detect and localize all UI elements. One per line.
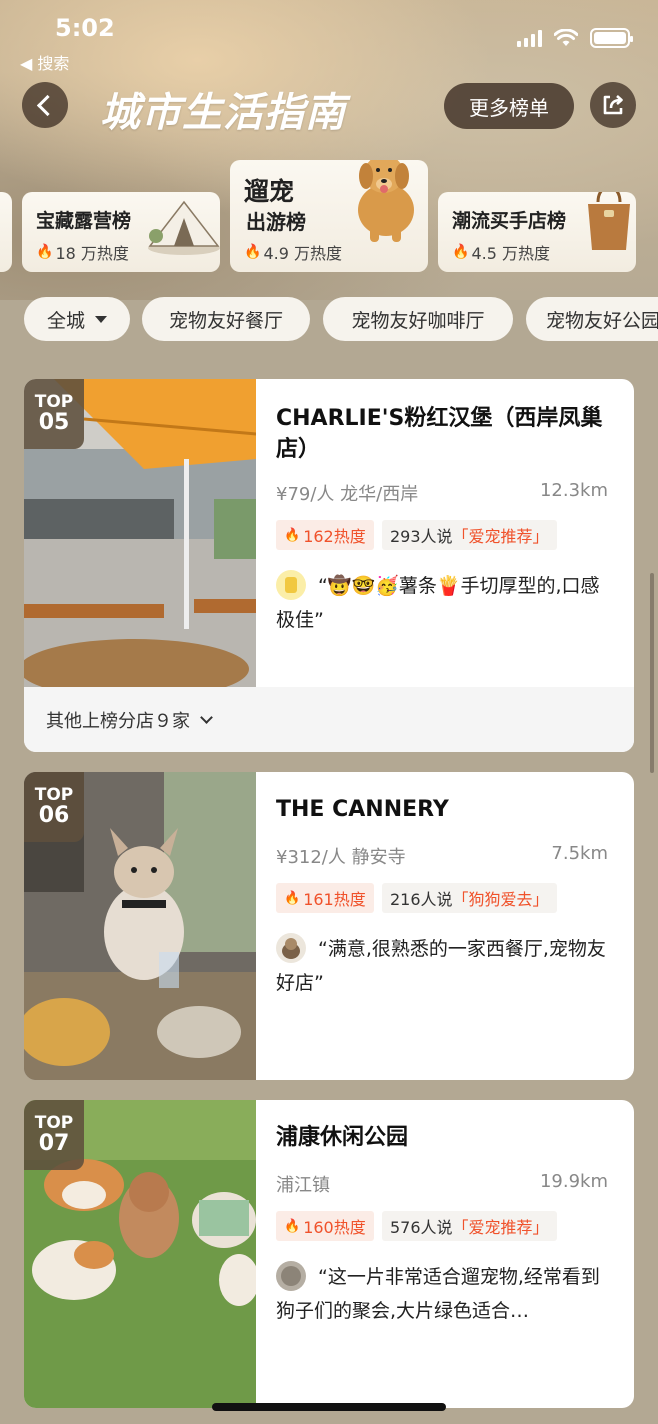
rank-number: 05 — [38, 410, 70, 436]
review-quote: “满意,很熟悉的一家西餐厅,宠物友好店” — [276, 938, 606, 994]
filter-pet-cafe[interactable]: 宠物友好咖啡厅 — [323, 297, 513, 341]
filter-pet-park[interactable]: 宠物友好公园 — [526, 297, 658, 341]
caret-down-icon — [95, 315, 107, 323]
listing-area: 浦江镇 — [276, 1175, 330, 1196]
category-card-buyer-shop[interactable]: 潮流买手店榜 🔥 4.5 万热度 — [438, 192, 636, 272]
category-title-line2: 出游榜 — [246, 210, 306, 234]
more-rankings-button[interactable]: 更多榜单 — [444, 83, 574, 129]
listing-card-top06[interactable]: TOP 06 THE CANNERY ¥312/人 静安寺 7.5km 🔥 16… — [24, 772, 634, 1080]
category-heat: 🔥 18 万热度 — [36, 240, 129, 264]
heat-tag: 🔥 160热度 — [276, 1211, 374, 1241]
flame-icon: 🔥 — [284, 527, 301, 543]
heat-tag: 🔥 161热度 — [276, 883, 374, 913]
recommend-label: 「狗狗爱去」 — [452, 890, 549, 909]
heat-value: 160热度 — [303, 1218, 366, 1237]
recommend-tag: 293人说 「爱宠推荐」 — [382, 520, 557, 550]
filter-city-label: 全城 — [46, 309, 85, 332]
golden-retriever-image — [358, 160, 414, 242]
filter-city[interactable]: 全城 — [24, 297, 130, 341]
listing-name: CHARLIE'S粉红汉堡（西岸凤巢店） — [276, 406, 603, 462]
wifi-icon — [554, 29, 578, 46]
camping-tent-image — [148, 200, 220, 255]
rank-badge: TOP 05 — [24, 379, 84, 449]
share-button[interactable] — [590, 82, 636, 128]
rank-badge: TOP 06 — [24, 772, 84, 842]
category-card-camping[interactable]: 宝藏露营榜 🔥 18 万热度 — [22, 192, 220, 272]
flame-icon: 🔥 — [284, 890, 301, 906]
category-heat: 🔥 4.5 万热度 — [452, 240, 550, 264]
listing-distance: 19.9km — [539, 1171, 608, 1192]
rank-number: 06 — [38, 803, 70, 829]
handbag-image — [588, 192, 630, 250]
share-icon — [603, 95, 623, 115]
category-card-pet-outing[interactable]: 遛宠 出游榜 🔥 4.9 万热度 — [230, 160, 428, 272]
recommend-tag: 576人说 「爱宠推荐」 — [382, 1211, 557, 1241]
review-quote: “🤠🤓🥳薯条🍟手切厚型的,口感极佳” — [276, 575, 600, 631]
rank-number: 07 — [38, 1131, 70, 1157]
category-heat: 🔥 4.9 万热度 — [244, 240, 342, 264]
back-button[interactable] — [22, 82, 68, 128]
rank-badge-top: TOP — [34, 391, 74, 412]
listing-card-top07[interactable]: TOP 07 浦康休闲公园 浦江镇 19.9km 🔥 160热度 576人说 「爱… — [24, 1100, 634, 1408]
home-indicator[interactable] — [212, 1403, 446, 1411]
scrollbar[interactable] — [650, 573, 654, 773]
listing-name: 浦康休闲公园 — [276, 1125, 409, 1150]
listing-price-area: ¥312/人 静安寺 — [276, 847, 406, 868]
battery-icon — [590, 28, 633, 48]
flame-icon: 🔥 — [284, 1218, 301, 1234]
category-title-line1: 遛宠 — [244, 177, 295, 206]
recommend-count: 216人说 — [390, 890, 453, 909]
rank-badge-top: TOP — [34, 1112, 74, 1133]
category-heat-value: 4.5 万热度 — [471, 244, 550, 263]
listing-price-area: ¥79/人 龙华/西岸 — [276, 484, 419, 505]
status-icons — [517, 28, 633, 48]
category-card-partial[interactable] — [0, 192, 12, 272]
status-time: 5:02 — [55, 14, 115, 42]
category-heat-value: 4.9 万热度 — [263, 244, 342, 263]
rank-badge-top: TOP — [34, 784, 74, 805]
recommend-label: 「爱宠推荐」 — [452, 1218, 549, 1237]
listing-name: THE CANNERY — [276, 797, 449, 822]
chevron-down-icon — [200, 711, 213, 724]
rank-badge: TOP 07 — [24, 1100, 84, 1170]
page-title: 城市生活指南 — [100, 90, 346, 136]
category-title: 潮流买手店榜 — [452, 210, 567, 232]
flame-icon: 🔥 — [452, 244, 470, 260]
recommend-label: 「爱宠推荐」 — [452, 527, 549, 546]
heat-tag: 🔥 162热度 — [276, 520, 374, 550]
listing-distance: 12.3km — [539, 480, 608, 501]
recommend-count: 293人说 — [390, 527, 453, 546]
recommend-count: 576人说 — [390, 1218, 453, 1237]
category-heat-value: 18 万热度 — [55, 244, 129, 263]
listing-card-top05[interactable]: TOP 05 CHARLIE'S粉红汉堡（西岸凤巢店） ¥79/人 龙华/西岸 … — [24, 379, 634, 752]
review-quote: “这一片非常适合遛宠物,经常看到狗子们的聚会,大片绿色适合… — [276, 1266, 600, 1322]
status-back-to-search[interactable]: ◀ 搜索 — [20, 50, 69, 74]
flame-icon: 🔥 — [36, 244, 54, 260]
signal-icon — [517, 29, 542, 47]
category-title: 宝藏露营榜 — [36, 210, 132, 232]
filter-pet-restaurant[interactable]: 宠物友好餐厅 — [142, 297, 310, 341]
listing-distance: 7.5km — [551, 843, 608, 864]
other-branches-row[interactable]: 其他上榜分店９家 — [24, 687, 634, 752]
filter-pet-park-label: 宠物友好公园 — [546, 309, 658, 332]
heat-value: 161热度 — [303, 890, 366, 909]
other-branches-label: 其他上榜分店９家 — [46, 710, 190, 732]
flame-icon: 🔥 — [244, 244, 262, 260]
heat-value: 162热度 — [303, 527, 366, 546]
recommend-tag: 216人说 「狗狗爱去」 — [382, 883, 557, 913]
